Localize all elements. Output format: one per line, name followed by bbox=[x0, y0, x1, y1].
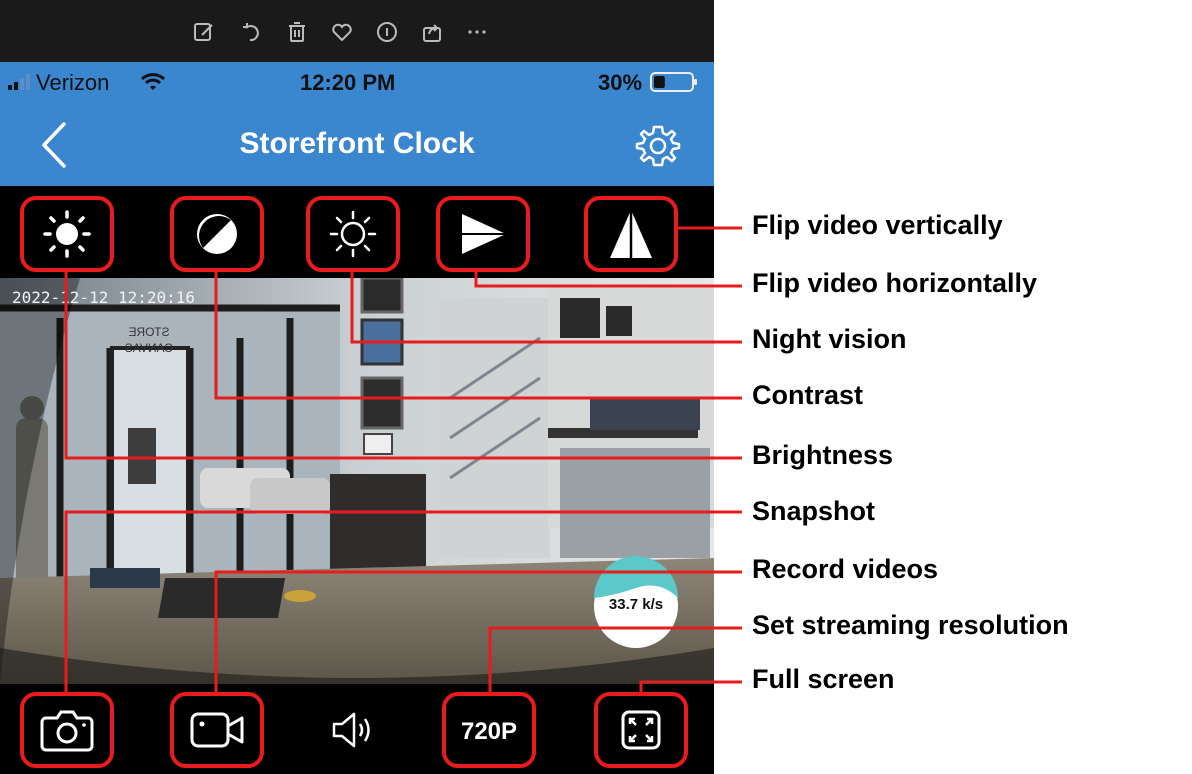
annotation-night-vision: Night vision bbox=[752, 324, 907, 354]
annotation-contrast: Contrast bbox=[752, 380, 864, 410]
annotation-brightness: Brightness bbox=[752, 440, 894, 470]
annotation-flip-horizontal: Flip video horizontally bbox=[752, 268, 1038, 298]
callout-lines bbox=[64, 226, 742, 692]
annotation-snapshot: Snapshot bbox=[752, 496, 876, 526]
annotation-record: Record videos bbox=[752, 554, 939, 584]
annotation-flip-vertical: Flip video vertically bbox=[752, 210, 1003, 240]
annotation-resolution: Set streaming resolution bbox=[752, 610, 1069, 640]
annotation-fullscreen: Full screen bbox=[752, 664, 895, 694]
